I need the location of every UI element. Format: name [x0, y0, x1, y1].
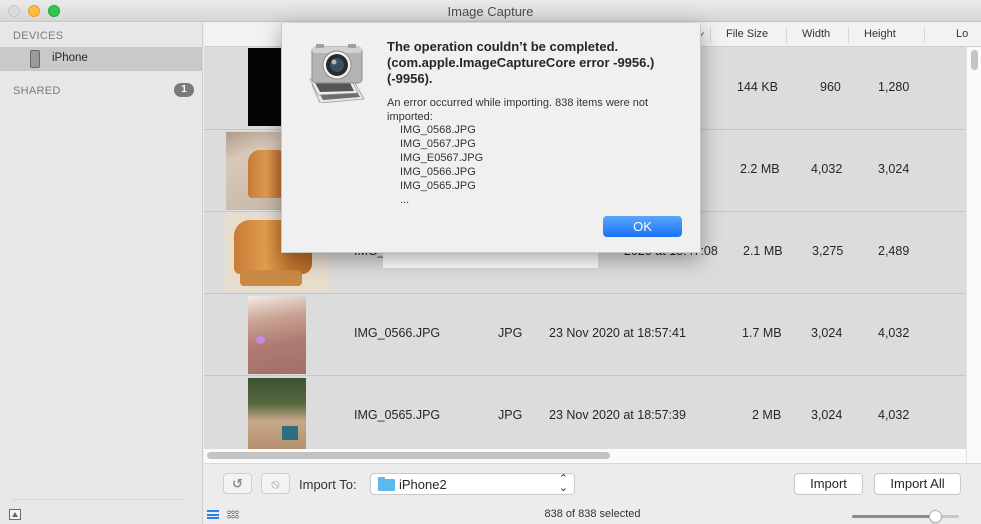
kind-cell: JPG	[498, 408, 523, 422]
file-name-cell: IMG_0566.JPG	[354, 326, 441, 340]
shared-count-badge: 1	[174, 83, 194, 97]
horizontal-scrollbar[interactable]	[204, 449, 966, 463]
file-size-cell: 144 KB	[737, 80, 779, 94]
import-button[interactable]: Import	[794, 473, 863, 495]
file-size-cell: 2.1 MB	[743, 244, 783, 258]
height-cell: 1,280	[878, 80, 910, 94]
thumbnail-size-slider[interactable]	[852, 510, 959, 523]
delete-button[interactable]: ⦸	[261, 473, 290, 494]
failed-file-item: IMG_0566.JPG	[400, 166, 476, 178]
width-cell: 3,024	[811, 326, 843, 340]
failed-file-item: IMG_0567.JPG	[400, 138, 476, 150]
file-size-cell: 2.2 MB	[740, 162, 780, 176]
failed-file-item: IMG_E0567.JPG	[400, 152, 484, 164]
vertical-scroll-thumb[interactable]	[971, 50, 978, 70]
thumbnail-image	[248, 296, 306, 374]
kind-cell: JPG	[498, 326, 523, 340]
import-to-select[interactable]: iPhone2 ⌃ ⌄	[370, 473, 575, 495]
failed-files-list: IMG_0568.JPG IMG_0567.JPG IMG_E0567.JPG …	[400, 123, 483, 207]
sidebar-divider	[12, 499, 184, 500]
slider-fill	[852, 515, 935, 518]
import-all-button[interactable]: Import All	[874, 473, 961, 495]
sidebar: DEVICES iPhone SHARED 1	[0, 23, 203, 524]
image-capture-app-icon	[309, 44, 365, 103]
thumbnail-image	[248, 378, 306, 450]
column-separator	[848, 27, 849, 43]
shared-heading[interactable]: SHARED	[13, 85, 61, 97]
vertical-scrollbar[interactable]	[966, 47, 981, 463]
date-cell: 23 Nov 2020 at 18:57:41	[549, 326, 686, 340]
up-down-chevron-icon: ⌃ ⌄	[558, 473, 568, 494]
column-header-width[interactable]: Width	[802, 28, 830, 40]
file-size-cell: 1.7 MB	[742, 326, 782, 340]
window-title: Image Capture	[447, 4, 534, 19]
dialog-title: The operation couldn’t be completed. (co…	[387, 39, 655, 86]
sidebar-item-iphone[interactable]: iPhone	[0, 47, 202, 71]
dialog-message: An error occurred while importing. 838 i…	[387, 97, 649, 123]
devices-heading: DEVICES	[13, 30, 64, 42]
width-cell: 3,024	[811, 408, 843, 422]
error-dialog: The operation couldn’t be completed. (co…	[281, 23, 701, 253]
show-device-panel-icon[interactable]	[9, 509, 21, 520]
column-separator	[710, 27, 711, 43]
column-separator	[924, 27, 925, 43]
date-cell: 23 Nov 2020 at 18:57:39	[549, 408, 686, 422]
height-cell: 3,024	[878, 162, 910, 176]
column-header-location[interactable]: Lo	[956, 28, 968, 40]
height-cell: 4,032	[878, 408, 910, 422]
column-separator	[786, 27, 787, 43]
failed-file-item: IMG_0568.JPG	[400, 124, 476, 136]
thumbnail-image	[226, 132, 284, 210]
width-cell: 960	[820, 80, 841, 94]
title-bar: Image Capture	[0, 0, 981, 22]
file-name-cell: IMG_0565.JPG	[354, 408, 441, 422]
selection-status: 838 of 838 selected	[544, 508, 641, 520]
failed-file-item: IMG_0565.JPG	[400, 180, 476, 192]
file-size-cell: 2 MB	[752, 408, 782, 422]
width-cell: 3,275	[812, 244, 844, 258]
table-row[interactable]: IMG_0566.JPG JPG 23 Nov 2020 at 18:57:41…	[204, 294, 966, 376]
folder-icon	[378, 477, 395, 491]
slider-knob[interactable]	[929, 510, 942, 523]
column-header-height[interactable]: Height	[864, 28, 896, 40]
redacted-area	[383, 253, 598, 268]
column-header-file-size[interactable]: File Size	[726, 28, 768, 40]
rotate-left-icon: ↺	[232, 476, 243, 491]
no-entry-icon: ⦸	[271, 476, 280, 491]
iphone-icon	[30, 50, 40, 68]
horizontal-scroll-thumb[interactable]	[207, 452, 610, 459]
bottom-toolbar: ↺ ⦸ Import To: iPhone2 ⌃ ⌄ Import Import …	[204, 463, 981, 524]
failed-file-item: ...	[400, 194, 410, 206]
height-cell: 2,489	[878, 244, 910, 258]
ok-button[interactable]: OK	[603, 216, 682, 237]
width-cell: 4,032	[811, 162, 843, 176]
sidebar-item-label: iPhone	[52, 52, 88, 64]
height-cell: 4,032	[878, 326, 910, 340]
import-to-value: iPhone2	[399, 477, 447, 492]
table-row[interactable]: IMG_0565.JPG JPG 23 Nov 2020 at 18:57:39…	[204, 376, 966, 458]
import-to-label: Import To:	[299, 477, 357, 492]
rotate-left-button[interactable]: ↺	[223, 473, 252, 494]
